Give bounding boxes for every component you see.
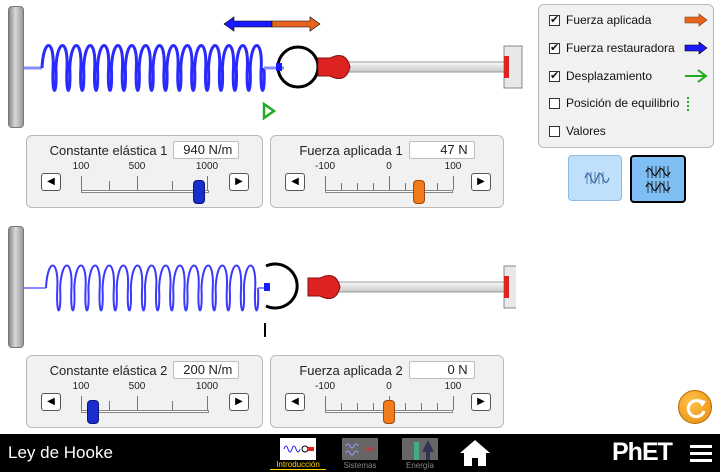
right-arrow-icon: ▶ xyxy=(235,176,243,187)
tick-label: 100 xyxy=(444,161,462,172)
phet-logo[interactable]: PhET xyxy=(612,438,673,467)
checkbox-box[interactable] xyxy=(549,97,560,109)
reset-all-button[interactable] xyxy=(678,390,712,424)
tick-label: 500 xyxy=(128,381,146,392)
checkbox-label: Fuerza restauradora xyxy=(566,41,675,55)
applied-force-2-value: 0 N xyxy=(408,361,475,379)
checkbox-label: Posición de equilibrio xyxy=(566,96,680,110)
single-spring-icon xyxy=(584,172,610,184)
displacement-arrow-icon xyxy=(262,102,276,120)
checkbox-restoring-force[interactable]: Fuerza restauradora xyxy=(549,39,675,57)
checkbox-label: Desplazamiento xyxy=(566,69,653,83)
spring-constant-2-control: Constante elástica 2 200 N/m 100 500 1000… xyxy=(26,355,263,428)
sim-title: Ley de Hooke xyxy=(8,443,113,462)
slider-track[interactable] xyxy=(81,190,209,193)
increment-button[interactable]: ▶ xyxy=(229,393,249,411)
home-icon xyxy=(460,440,490,466)
left-arrow-icon: ◀ xyxy=(47,396,55,407)
screen-button-systems[interactable]: Sistemas xyxy=(332,436,388,470)
energy-screen-icon xyxy=(402,438,438,460)
checkbox-applied-force[interactable]: Fuerza aplicada xyxy=(549,11,651,29)
left-arrow-icon: ◀ xyxy=(291,176,299,187)
green-arrow-icon xyxy=(685,69,708,83)
checkbox-box[interactable] xyxy=(549,125,560,137)
blue-arrow-icon xyxy=(684,41,708,55)
spring-constant-2-thumb[interactable] xyxy=(87,400,99,424)
robot-arm-1[interactable] xyxy=(260,32,530,102)
spring-constant-1-label: Constante elástica 1 xyxy=(49,142,168,158)
checkbox-values[interactable]: Valores xyxy=(549,122,606,140)
intro-screen-icon xyxy=(280,438,316,460)
checkbox-equilibrium-position[interactable]: Posición de equilibrio xyxy=(549,94,679,112)
screen-button-energy[interactable]: Energía xyxy=(392,436,448,470)
navigation-bar: Ley de Hooke Introducción Sistemas Energ… xyxy=(0,434,720,472)
checkbox-label: Valores xyxy=(566,124,606,138)
spring-constant-2-label: Constante elástica 2 xyxy=(49,362,168,378)
two-springs-scene-button[interactable] xyxy=(630,155,686,203)
home-button[interactable] xyxy=(458,438,492,468)
applied-force-1-control: Fuerza aplicada 1 47 N -100 0 100 ◀ ▶ xyxy=(270,135,504,208)
decrement-button[interactable]: ◀ xyxy=(285,393,305,411)
spring-constant-1-thumb[interactable] xyxy=(193,180,205,204)
increment-button[interactable]: ▶ xyxy=(471,173,491,191)
slider-track[interactable] xyxy=(81,410,209,413)
tick-label: 500 xyxy=(128,161,146,172)
visibility-panel: Fuerza aplicada Fuerza restauradora Desp… xyxy=(538,4,714,148)
tick-label: 1000 xyxy=(195,161,219,172)
right-arrow-icon: ▶ xyxy=(477,396,485,407)
applied-force-1-label: Fuerza aplicada 1 xyxy=(299,142,403,158)
decrement-button[interactable]: ◀ xyxy=(41,173,61,191)
green-dotted-line-icon xyxy=(687,97,689,111)
tick-label: 100 xyxy=(72,381,90,392)
slider-track[interactable] xyxy=(325,190,453,193)
applied-force-1-thumb[interactable] xyxy=(413,180,425,204)
screen-button-intro[interactable]: Introducción xyxy=(270,436,326,470)
applied-force-2-thumb[interactable] xyxy=(383,400,395,424)
checkbox-box[interactable] xyxy=(549,69,560,82)
decrement-button[interactable]: ◀ xyxy=(41,393,61,411)
applied-force-2-label: Fuerza aplicada 2 xyxy=(299,362,403,378)
spring-constant-2-value: 200 N/m xyxy=(173,361,240,379)
one-spring-scene-button[interactable] xyxy=(568,155,622,201)
increment-button[interactable]: ▶ xyxy=(229,173,249,191)
orange-arrow-icon xyxy=(684,13,708,27)
checkbox-box[interactable] xyxy=(549,13,560,26)
hamburger-menu-icon xyxy=(690,445,712,462)
spring-constant-1-value: 940 N/m xyxy=(173,141,240,159)
robot-arm-2[interactable] xyxy=(246,254,516,324)
screen-label: Energía xyxy=(405,461,435,470)
tick-label: -100 xyxy=(314,161,336,172)
systems-screen-icon xyxy=(342,438,378,460)
tick-label: 0 xyxy=(386,381,392,392)
tick-label: 100 xyxy=(444,381,462,392)
tick-label: 0 xyxy=(386,161,392,172)
tick-label: 1000 xyxy=(195,381,219,392)
checkbox-label: Fuerza aplicada xyxy=(566,13,652,27)
checkbox-displacement[interactable]: Desplazamiento xyxy=(549,67,652,85)
force-arrows-1 xyxy=(223,16,321,32)
menu-button[interactable] xyxy=(690,444,712,462)
tick-label: -100 xyxy=(314,381,336,392)
right-arrow-icon: ▶ xyxy=(477,176,485,187)
tick-label: 100 xyxy=(72,161,90,172)
applied-force-2-control: Fuerza aplicada 2 0 N -100 0 100 ◀ ▶ xyxy=(270,355,504,428)
decrement-button[interactable]: ◀ xyxy=(285,173,305,191)
increment-button[interactable]: ▶ xyxy=(471,393,491,411)
checkbox-box[interactable] xyxy=(549,41,560,54)
applied-force-1-value: 47 N xyxy=(408,141,475,159)
reset-icon xyxy=(686,399,706,419)
left-arrow-icon: ◀ xyxy=(291,396,299,407)
double-spring-icon xyxy=(645,166,671,193)
screen-label: Sistemas xyxy=(343,461,377,470)
right-arrow-icon: ▶ xyxy=(235,396,243,407)
screen-label: Introducción xyxy=(270,460,326,470)
spring-constant-1-control: Constante elástica 1 940 N/m 100 500 1000… xyxy=(26,135,263,208)
displacement-marker-2 xyxy=(264,323,266,337)
left-arrow-icon: ◀ xyxy=(47,176,55,187)
